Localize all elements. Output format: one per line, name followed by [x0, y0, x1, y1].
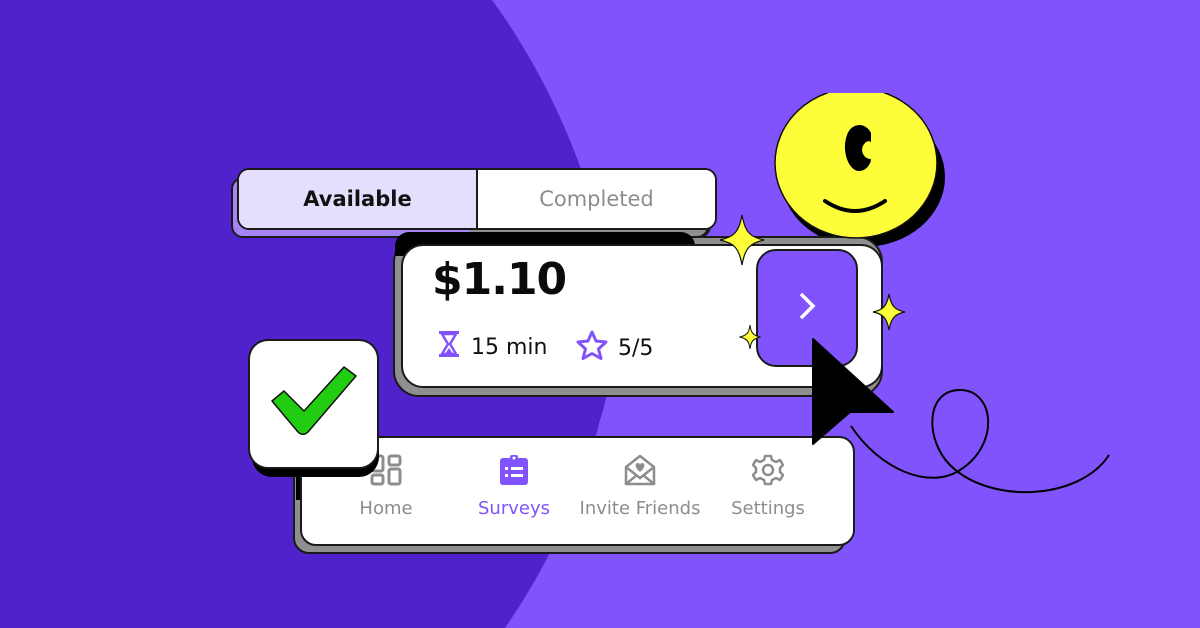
tab-available[interactable]: Available	[239, 170, 478, 228]
mouse-pointer-icon	[812, 338, 894, 445]
rating-text: 5/5	[618, 335, 654, 361]
nav-item-invite-friends[interactable]: Invite Friends	[575, 454, 705, 519]
tab-completed[interactable]: Completed	[478, 170, 715, 228]
hourglass-icon	[437, 330, 461, 364]
sparkle-icon	[719, 214, 765, 266]
chevron-right-icon	[796, 290, 818, 326]
survey-tabs: Available Completed	[237, 168, 717, 230]
survey-duration: 15 min	[437, 330, 547, 364]
checkmark-icon	[268, 364, 360, 444]
nav-item-surveys[interactable]: Surveys	[449, 454, 579, 519]
star-icon	[576, 330, 608, 366]
survey-rating: 5/5	[576, 330, 653, 366]
nav-label: Surveys	[478, 498, 550, 519]
nav-label: Home	[359, 498, 413, 519]
sparkle-icon	[872, 293, 906, 331]
gear-icon	[751, 454, 785, 490]
sparkle-icon	[739, 324, 761, 350]
duration-text: 15 min	[471, 334, 548, 360]
check-tile	[248, 339, 379, 469]
smiley-face-icon	[774, 93, 938, 239]
clipboard-list-icon	[498, 454, 530, 490]
nav-label: Invite Friends	[579, 498, 701, 519]
nav-item-settings[interactable]: Settings	[703, 454, 833, 519]
nav-label: Settings	[731, 498, 805, 519]
envelope-heart-icon	[624, 454, 656, 490]
survey-price: $1.10	[432, 254, 567, 305]
